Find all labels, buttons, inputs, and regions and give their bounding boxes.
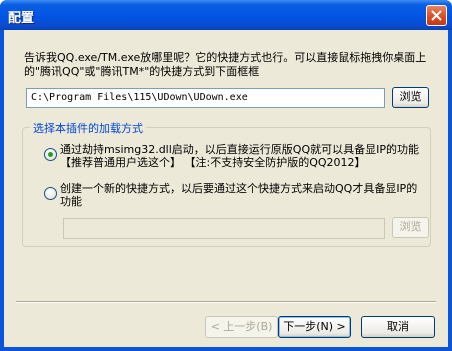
title-bar[interactable]: 配置 — [0, 0, 452, 30]
radio-create-shortcut[interactable] — [44, 187, 57, 200]
option-hijack-label[interactable]: 通过劫持msimg32.dll启动，以后直接运行原版QQ就可以具备显IP的功能 … — [60, 143, 425, 169]
dialog-body: 告诉我QQ.exe/TM.exe放哪里呢？它的快捷方式也行。可以直接鼠标拖拽你桌… — [4, 30, 448, 347]
instruction-text: 告诉我QQ.exe/TM.exe放哪里呢？它的快捷方式也行。可以直接鼠标拖拽你桌… — [24, 51, 427, 78]
exe-path-input[interactable]: C:\Program Files\115\UDown\UDown.exe — [26, 88, 385, 108]
radio-hijack-msimg32[interactable] — [44, 148, 57, 161]
close-button[interactable] — [426, 5, 447, 26]
separator-highlight — [16, 302, 436, 303]
previous-button: < 上一步(B) — [205, 316, 278, 338]
shortcut-browse-button: 浏览 — [392, 217, 429, 238]
config-dialog: 配置 告诉我QQ.exe/TM.exe放哪里呢？它的快捷方式也行。可以直接鼠标拖… — [0, 0, 452, 351]
cancel-button[interactable]: 取消 — [361, 316, 435, 338]
shortcut-path-input — [63, 218, 385, 239]
browse-button[interactable]: 浏览 — [392, 87, 429, 108]
window-title: 配置 — [8, 11, 35, 26]
load-mode-group-title: 选择本插件的加载方式 — [30, 120, 146, 136]
option-shortcut-label[interactable]: 创建一个新的快捷方式，以后要通过这个快捷方式来启动QQ才具备显IP的功能 — [60, 182, 425, 208]
close-icon — [431, 10, 442, 21]
next-button[interactable]: 下一步(N) > — [278, 316, 351, 338]
radio-selected-dot — [48, 152, 53, 157]
